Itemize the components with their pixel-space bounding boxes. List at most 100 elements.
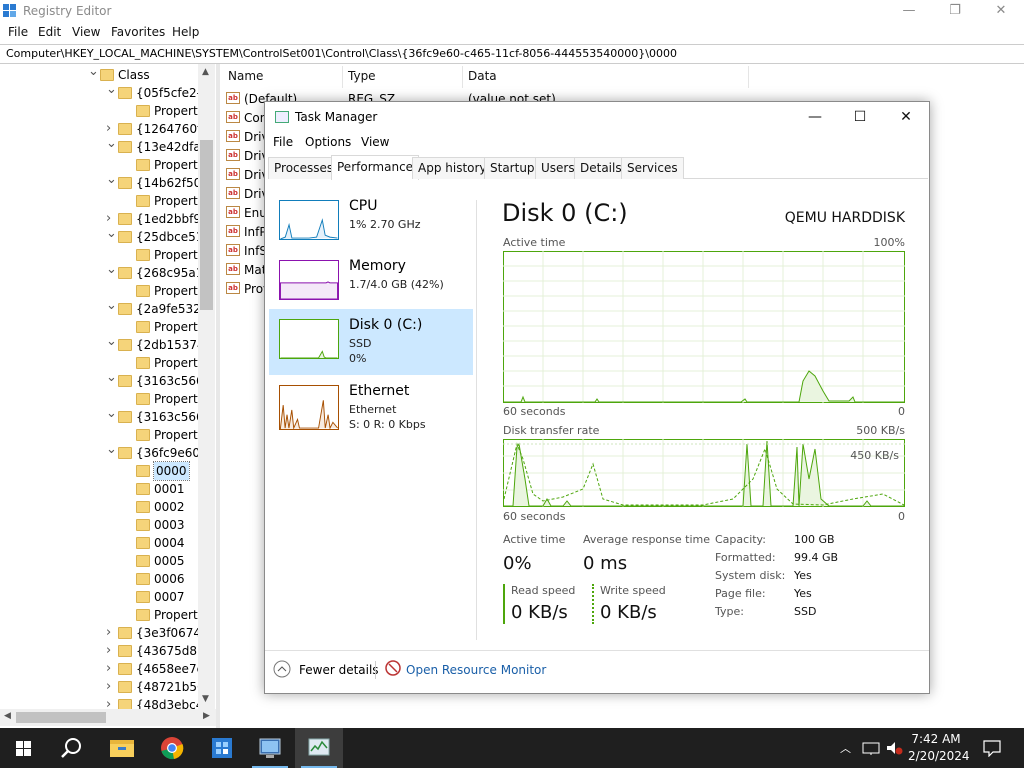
tree-item[interactable]: Properti bbox=[0, 390, 201, 408]
tm-maximize-button[interactable]: ☐ bbox=[837, 102, 883, 132]
tree-item[interactable]: Properti bbox=[0, 354, 201, 372]
scrollbar-thumb[interactable] bbox=[200, 140, 213, 310]
tree-vertical-scrollbar[interactable]: ▲ ▼ bbox=[198, 64, 215, 709]
tree-item[interactable]: ⌄ {268c95a1- bbox=[0, 261, 208, 282]
tab-processes[interactable]: Processes bbox=[268, 157, 340, 179]
expand-chevron-icon[interactable]: ⌄ bbox=[106, 441, 117, 459]
maximize-button[interactable]: ❐ bbox=[932, 0, 978, 22]
tree-item[interactable]: › {1264760f-a bbox=[0, 120, 212, 138]
tree-horizontal-scrollbar[interactable]: ◀ ▶ bbox=[0, 709, 216, 726]
sidebar-ethernet[interactable]: Ethernet Ethernet S: 0 R: 0 Kbps bbox=[269, 375, 473, 441]
clock[interactable]: 7:42 AM 2/20/2024 bbox=[908, 731, 970, 765]
expand-chevron-icon[interactable]: ⌄ bbox=[106, 135, 117, 153]
tree-item[interactable]: Properti bbox=[0, 102, 201, 120]
collapse-chevron-icon[interactable]: › bbox=[106, 624, 111, 642]
network-icon[interactable] bbox=[862, 741, 880, 755]
tab-app-history[interactable]: App history bbox=[412, 157, 493, 179]
scrollbar-thumb[interactable] bbox=[16, 712, 106, 723]
tree-item[interactable]: ⌄ {25dbce51- bbox=[0, 225, 208, 246]
tree-item[interactable]: ⌄ {2db15374- bbox=[0, 333, 209, 354]
tree-item[interactable]: Properti bbox=[0, 426, 201, 444]
expand-chevron-icon[interactable]: ⌄ bbox=[106, 333, 117, 351]
tree-item[interactable]: ⌄ {3163c566- bbox=[0, 369, 208, 390]
collapse-chevron-icon[interactable]: › bbox=[106, 660, 111, 678]
expand-chevron-icon[interactable]: ⌄ bbox=[106, 369, 117, 387]
col-name[interactable]: Name bbox=[228, 69, 263, 83]
tree-item[interactable]: ⌄ {05f5cfe2-4 bbox=[0, 81, 209, 102]
open-resource-monitor-link[interactable]: Open Resource Monitor bbox=[406, 663, 546, 677]
tm-menu-file[interactable]: File bbox=[273, 135, 293, 149]
chrome-button[interactable] bbox=[147, 728, 195, 768]
expand-chevron-icon[interactable]: ⌄ bbox=[106, 405, 117, 423]
expand-chevron-icon[interactable]: ⌄ bbox=[106, 171, 117, 189]
tree-item[interactable]: › {4658ee7e- bbox=[0, 660, 208, 678]
tree-item[interactable]: 0007 bbox=[0, 588, 198, 606]
notifications-icon[interactable] bbox=[983, 739, 1001, 757]
registry-editor-button[interactable] bbox=[246, 728, 294, 768]
tree-item[interactable]: ⌄ {14b62f50-3 bbox=[0, 171, 213, 192]
tree-item[interactable]: Properti bbox=[0, 282, 201, 300]
menu-edit[interactable]: Edit bbox=[38, 25, 61, 39]
tree-item[interactable]: Properti bbox=[0, 606, 201, 624]
tree-item[interactable]: Properti bbox=[0, 246, 201, 264]
tree-item[interactable]: ⌄ {36fc9e60-c bbox=[0, 441, 211, 462]
tree-item[interactable]: ⌄ {13e42dfa-8 bbox=[0, 135, 213, 156]
tree-item[interactable]: Properti bbox=[0, 156, 201, 174]
fewer-details-link[interactable]: Fewer details bbox=[299, 663, 379, 677]
tab-details[interactable]: Details bbox=[574, 157, 628, 179]
task-manager-button[interactable] bbox=[295, 728, 343, 768]
tab-startup[interactable]: Startup bbox=[484, 157, 541, 179]
collapse-chevron-icon[interactable]: › bbox=[106, 642, 111, 660]
tree-item[interactable]: ⌄ {3163c566- bbox=[0, 405, 208, 426]
tree-item[interactable]: › {43675d81- bbox=[0, 642, 209, 660]
tree-item[interactable]: › {3e3f0674-c bbox=[0, 624, 212, 642]
file-explorer-button[interactable] bbox=[98, 728, 146, 768]
search-button[interactable] bbox=[48, 728, 96, 768]
tm-menu-view[interactable]: View bbox=[361, 135, 389, 149]
minimize-button[interactable]: — bbox=[886, 0, 932, 22]
start-button[interactable] bbox=[0, 728, 48, 768]
tree-item[interactable]: ⌄ {2a9fe532-0 bbox=[0, 297, 213, 318]
sidebar-memory[interactable]: Memory 1.7/4.0 GB (42%) bbox=[269, 250, 473, 316]
tree-item[interactable]: Properti bbox=[0, 318, 201, 336]
registry-tree[interactable]: ⌄ Class ⌄ {05f5cfe2-4 Properti › {1264760f-a ⌄{… bbox=[0, 64, 216, 728]
sidebar-cpu[interactable]: CPU 1% 2.70 GHz bbox=[269, 190, 473, 256]
tree-item[interactable]: › {48721b56- bbox=[0, 678, 209, 696]
scroll-right-icon[interactable]: ▶ bbox=[203, 711, 210, 721]
collapse-chevron-icon[interactable]: › bbox=[106, 678, 111, 696]
expand-chevron-icon[interactable]: ⌄ bbox=[106, 261, 117, 279]
app-button[interactable] bbox=[197, 728, 245, 768]
scroll-up-icon[interactable]: ▲ bbox=[202, 67, 209, 77]
address-bar[interactable]: Computer\HKEY_LOCAL_MACHINE\SYSTEM\Contr… bbox=[0, 44, 1024, 64]
menu-favorites[interactable]: Favorites bbox=[111, 25, 165, 39]
tab-services[interactable]: Services bbox=[621, 157, 684, 179]
col-type[interactable]: Type bbox=[348, 69, 376, 83]
scroll-left-icon[interactable]: ◀ bbox=[4, 711, 11, 721]
tree-item[interactable]: › {1ed2bbf9- bbox=[0, 210, 205, 228]
scroll-down-icon[interactable]: ▼ bbox=[202, 694, 209, 704]
tm-minimize-button[interactable]: — bbox=[792, 102, 838, 132]
tm-close-button[interactable]: ✕ bbox=[883, 102, 929, 132]
volume-muted-icon[interactable] bbox=[885, 740, 903, 756]
tree-item[interactable]: 0000 bbox=[0, 461, 198, 481]
tm-menu-options[interactable]: Options bbox=[305, 135, 351, 149]
expand-chevron-icon[interactable]: ⌄ bbox=[106, 297, 117, 315]
tree-item[interactable]: 0002 bbox=[0, 498, 198, 516]
menu-view[interactable]: View bbox=[72, 25, 100, 39]
menu-file[interactable]: File bbox=[8, 25, 28, 39]
sidebar-disk[interactable]: Disk 0 (C:) SSD 0% bbox=[269, 309, 473, 375]
tab-performance[interactable]: Performance bbox=[331, 155, 420, 180]
chevron-up-circle-icon[interactable] bbox=[273, 660, 291, 678]
tree-item[interactable]: 0005 bbox=[0, 552, 198, 570]
expand-chevron-icon[interactable]: ⌄ bbox=[88, 64, 99, 81]
menu-help[interactable]: Help bbox=[172, 25, 199, 39]
expand-chevron-icon[interactable]: ⌄ bbox=[106, 225, 117, 243]
tree-item[interactable]: 0003 bbox=[0, 516, 198, 534]
tree-item[interactable]: 0006 bbox=[0, 570, 198, 588]
tree-item[interactable]: 0004 bbox=[0, 534, 198, 552]
close-button[interactable]: ✕ bbox=[978, 0, 1024, 22]
tree-item[interactable]: Properti bbox=[0, 192, 201, 210]
tree-item[interactable]: 0001 bbox=[0, 480, 198, 498]
expand-chevron-icon[interactable]: ⌄ bbox=[106, 81, 117, 99]
chevron-up-icon[interactable]: ︿ bbox=[840, 740, 851, 756]
